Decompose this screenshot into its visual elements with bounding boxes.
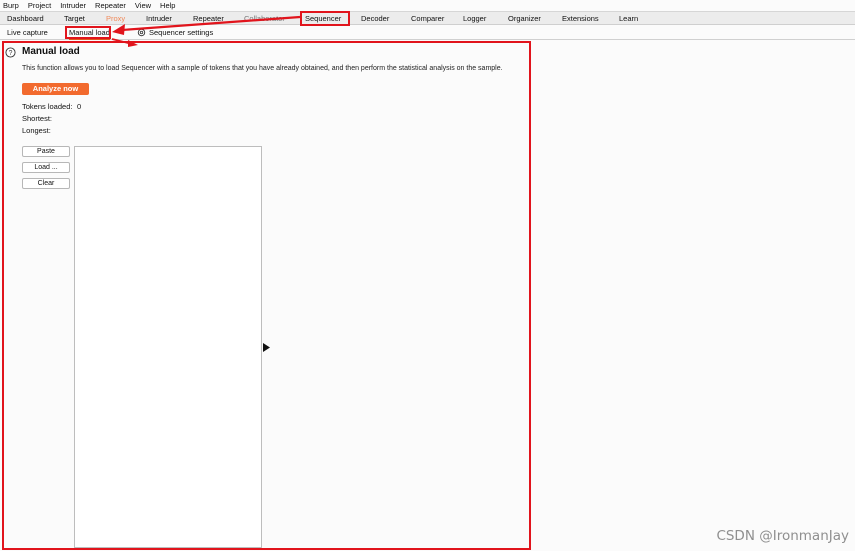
tab-target[interactable]: Target (64, 13, 85, 24)
tab-dashboard[interactable]: Dashboard (7, 13, 44, 24)
menu-intruder[interactable]: Intruder (60, 1, 86, 10)
paste-button[interactable]: Paste (22, 146, 70, 157)
tab-comparer[interactable]: Comparer (411, 13, 444, 24)
subtab-live-capture[interactable]: Live capture (7, 27, 48, 38)
annotation-box-sequencer (300, 11, 350, 26)
analyze-now-button[interactable]: Analyze now (22, 83, 89, 95)
sequencer-settings-link[interactable]: Sequencer settings (149, 27, 213, 38)
shortest-label: Shortest: (22, 114, 53, 123)
tokens-loaded-value: 0 (77, 102, 82, 111)
menu-project[interactable]: Project (28, 1, 51, 10)
tokens-loaded-label: Tokens loaded: (22, 102, 73, 111)
tab-collaborator[interactable]: Collaborator (244, 13, 285, 24)
menu-view[interactable]: View (135, 1, 151, 10)
token-list-area[interactable] (74, 146, 262, 548)
longest-label: Longest: (22, 126, 51, 135)
menu-repeater[interactable]: Repeater (95, 1, 126, 10)
menu-bar: Burp Project Intruder Repeater View Help (0, 0, 855, 11)
tab-decoder[interactable]: Decoder (361, 13, 389, 24)
menu-help[interactable]: Help (160, 1, 175, 10)
tab-logger[interactable]: Logger (463, 13, 486, 24)
panel-description: This function allows you to load Sequenc… (22, 65, 503, 72)
svg-text:?: ? (9, 50, 13, 57)
menu-burp[interactable]: Burp (3, 1, 19, 10)
tab-organizer[interactable]: Organizer (508, 13, 541, 24)
panel-title: Manual load (22, 46, 80, 57)
load-button[interactable]: Load ... (22, 162, 70, 173)
splitter-arrow-icon[interactable] (263, 343, 270, 352)
tab-repeater[interactable]: Repeater (193, 13, 224, 24)
tab-learn[interactable]: Learn (619, 13, 638, 24)
annotation-box-manual-load (65, 26, 111, 39)
gear-icon[interactable] (137, 28, 146, 37)
watermark: CSDN @IronmanJay (716, 528, 849, 544)
sequencer-subtab-bar: Live capture Manual load Sequencer setti… (0, 25, 855, 40)
help-icon[interactable]: ? (5, 47, 16, 58)
tab-proxy[interactable]: Proxy (106, 13, 125, 24)
main-tab-bar: Dashboard Target Proxy Intruder Repeater… (0, 11, 855, 25)
clear-button[interactable]: Clear (22, 178, 70, 189)
tab-extensions[interactable]: Extensions (562, 13, 599, 24)
tab-intruder[interactable]: Intruder (146, 13, 172, 24)
